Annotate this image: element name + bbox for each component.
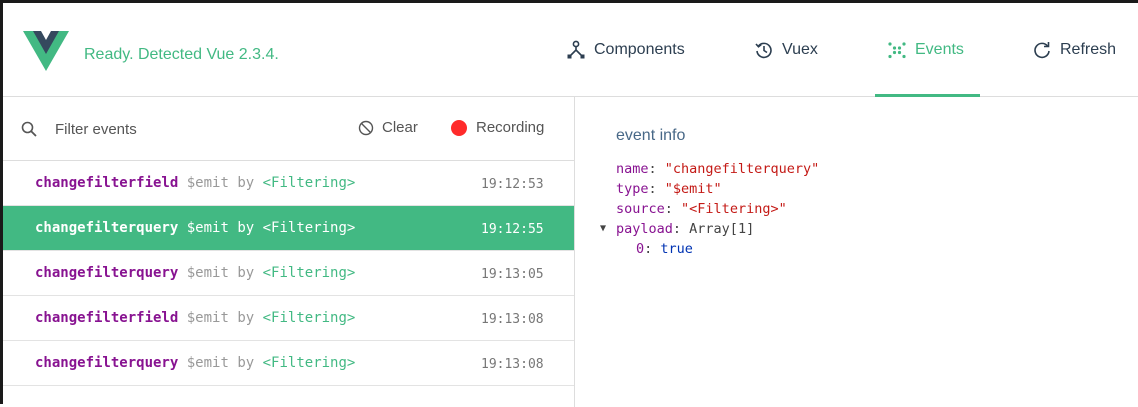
event-component: <Filtering> (262, 220, 356, 236)
prop-value: Array[1] (689, 221, 755, 237)
prop-key: payload (616, 221, 673, 237)
status-text: Ready. Detected Vue 2.3.4. (84, 46, 279, 63)
prop-key: name (616, 161, 649, 177)
event-name: changefilterquery (35, 220, 179, 236)
header-bar: Ready. Detected Vue 2.3.4. Components Vu… (3, 3, 1138, 97)
event-time: 19:12:55 (481, 222, 544, 237)
components-icon (567, 40, 585, 59)
refresh-label: Refresh (1060, 41, 1117, 58)
vue-logo-icon (23, 31, 69, 71)
clear-icon (358, 120, 374, 135)
history-icon (755, 42, 772, 59)
event-component: <Filtering> (262, 175, 356, 191)
event-row[interactable]: changefilterquery $emit by <Filtering> 1… (3, 251, 574, 296)
event-info-pane: event info name: "changefilterquery" typ… (576, 97, 1138, 407)
prop-source: source: "<Filtering>" (616, 201, 787, 217)
tab-vuex[interactable]: Vuex (754, 3, 818, 97)
prop-key: source (616, 201, 665, 217)
event-by: by (237, 220, 255, 236)
prop-name: name: "changefilterquery" (616, 161, 820, 177)
event-type: $emit (186, 175, 229, 191)
recording-toggle[interactable]: Recording (451, 119, 544, 136)
event-by: by (237, 175, 255, 191)
prop-type: type: "$emit" (616, 181, 722, 197)
event-time: 19:13:05 (481, 267, 544, 282)
expand-arrow-icon[interactable]: ▼ (600, 219, 606, 239)
prop-value: "changefilterquery" (664, 161, 820, 177)
event-type: $emit (186, 265, 229, 281)
clear-label: Clear (382, 119, 418, 136)
prop-payload-item: 0: true (636, 241, 693, 257)
event-row[interactable]: changefilterfield $emit by <Filtering> 1… (3, 161, 574, 206)
refresh-icon (1034, 42, 1050, 59)
event-name: changefilterfield (35, 175, 179, 191)
tab-vuex-label: Vuex (782, 41, 818, 58)
event-row-selected[interactable]: changefilterquery $emit by <Filtering> 1… (3, 206, 574, 251)
event-row[interactable]: changefilterfield $emit by <Filtering> 1… (3, 296, 574, 341)
event-component: <Filtering> (262, 355, 356, 371)
clear-button[interactable]: Clear (358, 119, 418, 136)
tab-components[interactable]: Components (566, 3, 685, 97)
event-name: changefilterquery (35, 265, 179, 281)
event-info-properties: name: "changefilterquery" type: "$emit" … (600, 159, 820, 259)
event-by: by (237, 310, 255, 326)
event-row[interactable]: changefilterquery $emit by <Filtering> 1… (3, 341, 574, 386)
prop-value: true (660, 241, 693, 257)
tab-components-label: Components (594, 41, 685, 58)
filter-events-input[interactable] (55, 117, 285, 141)
event-by: by (237, 355, 255, 371)
prop-key: 0 (636, 241, 645, 257)
event-time: 19:13:08 (481, 357, 544, 372)
devtools-window: Ready. Detected Vue 2.3.4. Components Vu… (0, 0, 1138, 407)
event-component: <Filtering> (262, 310, 356, 326)
event-name: changefilterfield (35, 310, 179, 326)
record-icon (451, 119, 467, 136)
prop-value: "$emit" (664, 181, 722, 197)
event-type: $emit (186, 310, 229, 326)
tab-events[interactable]: Events (875, 3, 980, 97)
events-toolbar: Clear Recording (3, 97, 574, 161)
events-icon (888, 42, 906, 59)
tab-events-label: Events (915, 41, 964, 58)
search-icon (21, 121, 37, 137)
event-type: $emit (186, 220, 229, 236)
events-list: changefilterfield $emit by <Filtering> 1… (3, 161, 574, 386)
prop-payload[interactable]: ▼ payload: Array[1] (600, 219, 819, 239)
prop-value: "<Filtering>" (681, 201, 787, 217)
event-component: <Filtering> (262, 265, 356, 281)
events-list-pane: Clear Recording changefilterfield $emit … (3, 97, 575, 407)
event-type: $emit (186, 355, 229, 371)
prop-key: type (616, 181, 649, 197)
event-time: 19:13:08 (481, 312, 544, 327)
event-info-title: event info (616, 127, 686, 144)
event-time: 19:12:53 (481, 177, 544, 192)
event-by: by (237, 265, 255, 281)
refresh-button[interactable]: Refresh (1032, 3, 1116, 97)
event-name: changefilterquery (35, 355, 179, 371)
recording-label: Recording (476, 119, 545, 136)
